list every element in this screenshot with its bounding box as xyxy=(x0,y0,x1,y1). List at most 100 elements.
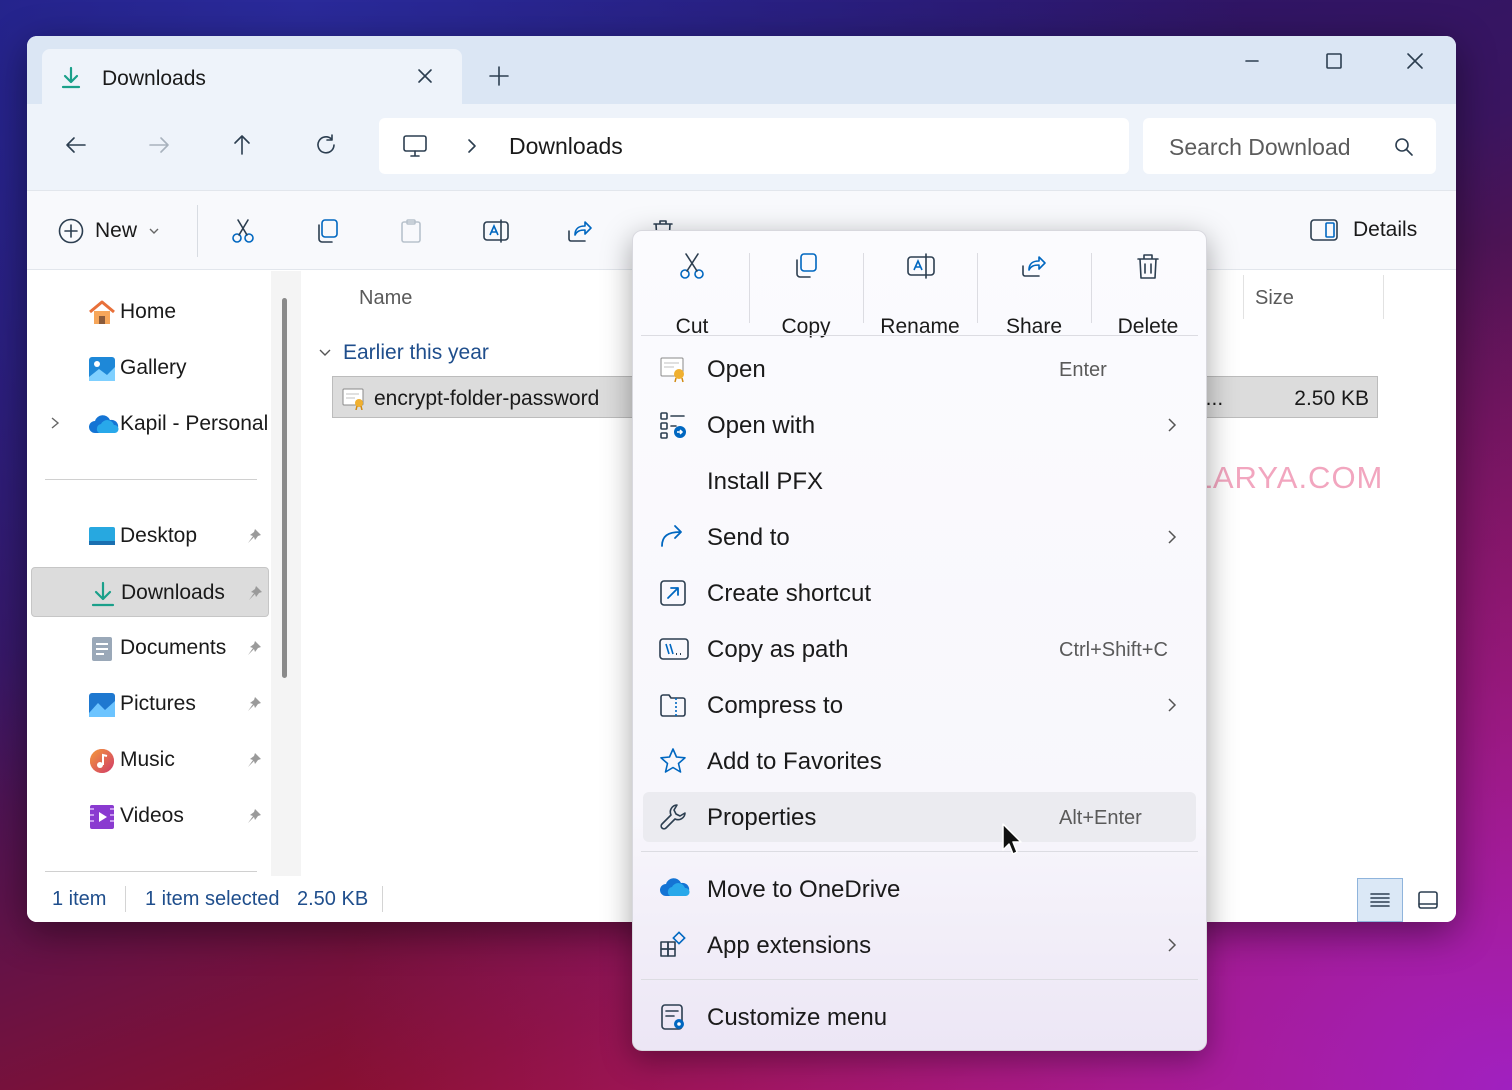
selection-size: 2.50 KB xyxy=(297,888,369,910)
forward-arrow-icon[interactable] xyxy=(146,132,172,158)
menu-item-open-with[interactable]: Open with xyxy=(643,400,1196,450)
column-header-size[interactable]: Size xyxy=(1255,287,1294,310)
pin-icon[interactable] xyxy=(245,527,263,545)
chevron-down-icon xyxy=(317,345,333,361)
menu-item-install-pfx[interactable]: Install PFX xyxy=(643,456,1196,506)
certificate-file-icon xyxy=(658,354,688,384)
tiles-view-icon[interactable] xyxy=(1407,878,1449,922)
column-divider[interactable] xyxy=(1243,275,1244,319)
menu-item-properties[interactable]: Properties Alt+Enter xyxy=(643,792,1196,842)
wrench-icon xyxy=(658,802,688,832)
paste-icon[interactable] xyxy=(397,217,425,245)
share-icon[interactable] xyxy=(565,217,593,245)
menu-item-customize-menu[interactable]: Customize menu xyxy=(643,992,1196,1042)
details-view-icon[interactable] xyxy=(1357,878,1403,922)
search-input[interactable]: Search Download xyxy=(1169,134,1351,161)
chevron-right-icon[interactable] xyxy=(48,415,62,431)
chevron-right-icon xyxy=(1165,416,1179,434)
onedrive-cloud-icon xyxy=(658,874,690,902)
home-icon xyxy=(87,299,117,327)
close-tab-icon[interactable] xyxy=(414,65,436,87)
chevron-right-icon xyxy=(1165,936,1179,954)
chevron-right-icon[interactable] xyxy=(463,136,481,156)
trash-icon xyxy=(1133,251,1163,281)
menu-item-create-shortcut[interactable]: Create shortcut xyxy=(643,568,1196,618)
pin-icon[interactable] xyxy=(245,751,263,769)
pin-icon[interactable] xyxy=(245,807,263,825)
details-button-label: Details xyxy=(1353,218,1418,241)
menu-item-open[interactable]: Open Enter xyxy=(643,344,1196,394)
tab-downloads[interactable]: Downloads xyxy=(42,49,462,104)
sidebar-item-pictures[interactable]: Pictures xyxy=(31,679,269,729)
desktop-icon xyxy=(87,523,117,551)
shortcut-icon xyxy=(658,578,688,608)
menu-item-app-extensions[interactable]: App extensions xyxy=(643,920,1196,970)
menu-item-move-to-onedrive[interactable]: Move to OneDrive xyxy=(643,864,1196,914)
shortcut-label: Ctrl+Shift+C xyxy=(1059,639,1168,661)
new-button-label: New xyxy=(95,219,138,242)
column-header-name[interactable]: Name xyxy=(359,287,412,310)
music-icon xyxy=(87,747,117,775)
pictures-icon xyxy=(87,691,117,719)
menu-item-copy-as-path[interactable]: Copy as path Ctrl+Shift+C xyxy=(643,624,1196,674)
mouse-cursor-icon xyxy=(1001,822,1025,858)
minimize-icon[interactable] xyxy=(1227,48,1277,74)
search-box[interactable]: Search Download xyxy=(1143,118,1436,174)
sidebar-item-onedrive[interactable]: Kapil - Personal xyxy=(31,399,269,449)
sidebar-item-gallery[interactable]: Gallery xyxy=(31,343,269,393)
rename-icon[interactable] xyxy=(481,217,511,245)
copy-icon[interactable] xyxy=(313,217,341,245)
navigation-pane: Home Gallery Kapil - Personal Desktop Do… xyxy=(27,271,297,876)
new-tab-icon[interactable] xyxy=(487,64,511,88)
back-arrow-icon[interactable] xyxy=(63,132,89,158)
sidebar-divider xyxy=(45,479,257,480)
close-window-icon[interactable] xyxy=(1390,48,1440,74)
menu-item-send-to[interactable]: Send to xyxy=(643,512,1196,562)
column-divider[interactable] xyxy=(1383,275,1384,319)
videos-icon xyxy=(87,803,117,831)
sidebar-item-desktop[interactable]: Desktop xyxy=(31,511,269,561)
menu-separator xyxy=(641,979,1198,980)
pin-icon[interactable] xyxy=(245,639,263,657)
certificate-file-icon xyxy=(341,386,367,410)
refresh-icon[interactable] xyxy=(313,132,339,158)
group-label: Earlier this year xyxy=(343,341,489,364)
scissors-icon xyxy=(677,251,707,281)
cut-icon[interactable] xyxy=(229,217,257,245)
chevron-right-icon xyxy=(1165,528,1179,546)
sidebar-item-music[interactable]: Music xyxy=(31,735,269,785)
details-button[interactable]: Details xyxy=(1309,217,1417,243)
cut-button[interactable]: Cut xyxy=(635,251,749,338)
rename-button[interactable]: Rename xyxy=(863,251,977,338)
copy-button[interactable]: Copy xyxy=(749,251,863,338)
menu-item-add-to-favorites[interactable]: Add to Favorites xyxy=(643,736,1196,786)
pin-icon[interactable] xyxy=(246,584,264,602)
selection-count: 1 item selected xyxy=(145,888,280,910)
sidebar-item-videos[interactable]: Videos xyxy=(31,791,269,841)
sidebar-scrollbar-thumb[interactable] xyxy=(282,298,287,678)
up-arrow-icon[interactable] xyxy=(229,132,255,158)
sidebar-item-downloads[interactable]: Downloads xyxy=(31,567,269,617)
search-icon[interactable] xyxy=(1393,136,1415,158)
title-bar: Downloads xyxy=(27,36,1456,104)
open-with-icon xyxy=(658,410,688,440)
group-header[interactable]: Earlier this year xyxy=(317,341,489,365)
this-pc-icon[interactable] xyxy=(401,132,429,160)
gallery-icon xyxy=(87,355,117,383)
breadcrumb-downloads[interactable]: Downloads xyxy=(509,133,623,160)
new-button[interactable]: New xyxy=(57,217,161,245)
menu-item-compress-to[interactable]: Compress to xyxy=(643,680,1196,730)
item-count: 1 item xyxy=(52,888,107,910)
maximize-icon[interactable] xyxy=(1309,48,1359,74)
address-bar[interactable]: Downloads xyxy=(379,118,1129,174)
share-icon xyxy=(1019,251,1049,281)
sidebar-item-documents[interactable]: Documents xyxy=(31,623,269,673)
extensions-grid-icon xyxy=(658,930,688,960)
share-button[interactable]: Share xyxy=(977,251,1091,338)
star-icon xyxy=(658,746,688,776)
pin-icon[interactable] xyxy=(245,695,263,713)
delete-button[interactable]: Delete xyxy=(1091,251,1205,338)
zip-folder-icon xyxy=(658,690,688,720)
sidebar-item-home[interactable]: Home xyxy=(31,287,269,337)
file-size: 2.50 KB xyxy=(1294,387,1369,410)
